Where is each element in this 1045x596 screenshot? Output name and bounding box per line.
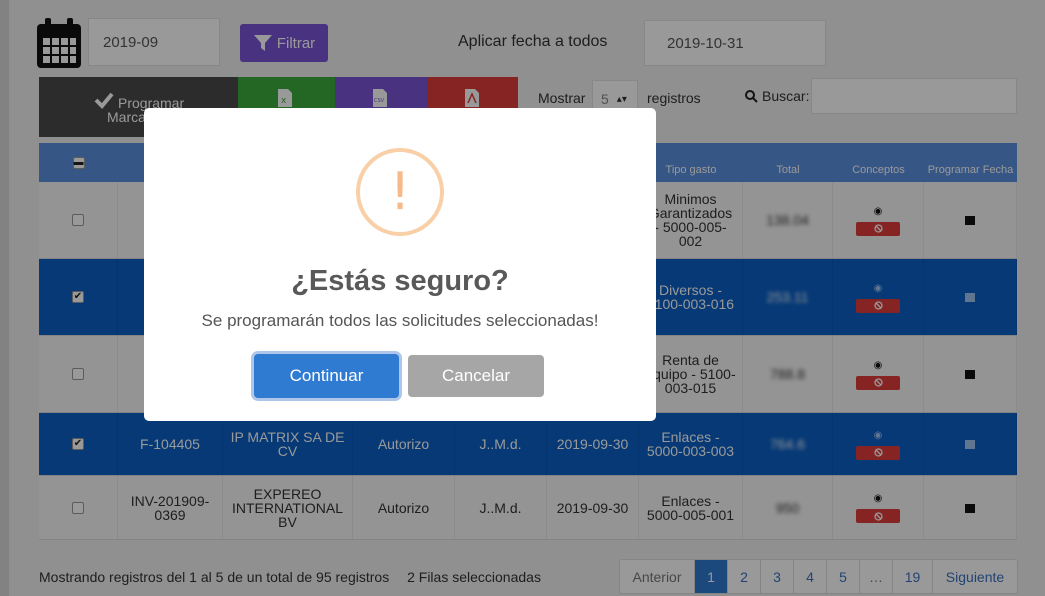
warning-icon-glyph: !: [389, 162, 411, 222]
warning-icon: !: [356, 148, 444, 236]
dialog-text: Se programarán todos las solicitudes sel…: [201, 311, 599, 330]
cancel-button[interactable]: Cancelar: [408, 355, 544, 397]
continue-button[interactable]: Continuar: [254, 354, 399, 398]
dialog-title: ¿Estás seguro?: [291, 265, 509, 297]
confirm-dialog: ! ¿Estás seguro? Se programarán todos la…: [144, 108, 656, 421]
